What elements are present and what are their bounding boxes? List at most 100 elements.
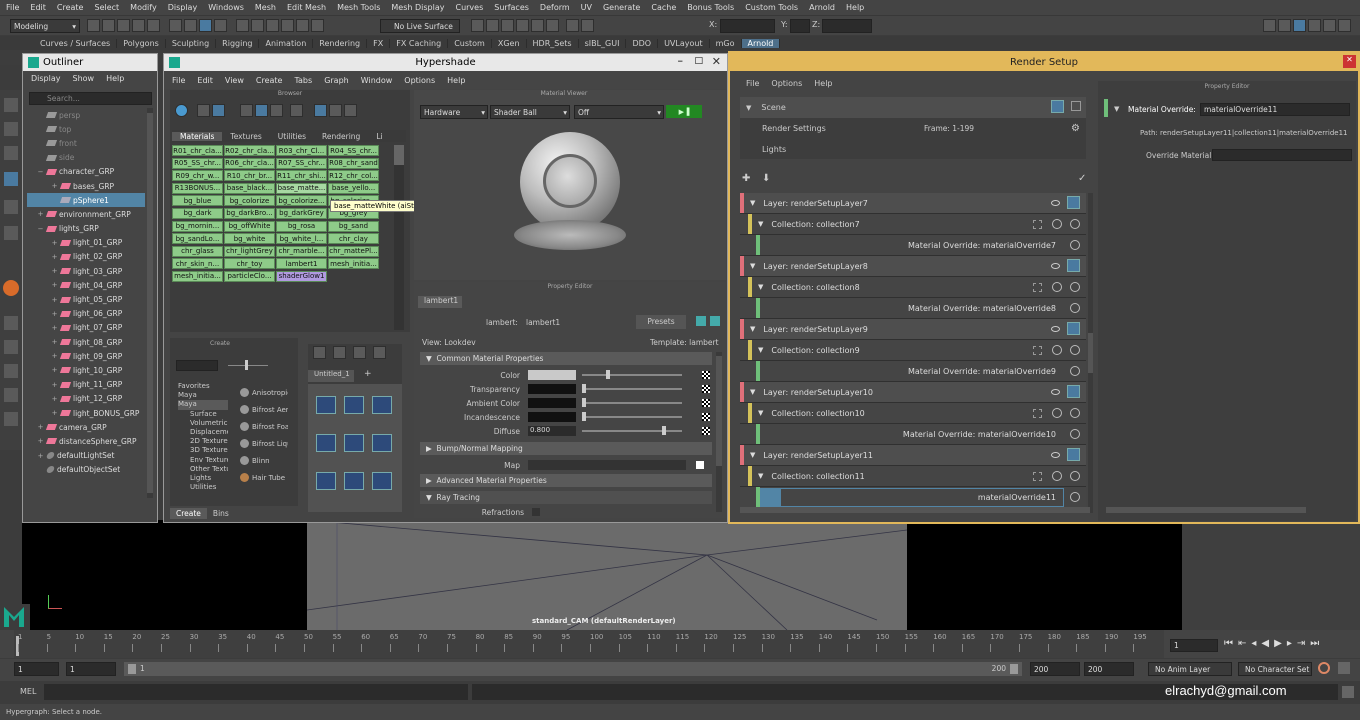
shelf-tab[interactable]: XGen bbox=[492, 38, 527, 48]
isolate-icon[interactable] bbox=[1052, 345, 1062, 355]
disable-icon[interactable] bbox=[1070, 282, 1080, 292]
outliner-item[interactable]: + camera_GRP bbox=[27, 420, 145, 434]
outliner-menu-item[interactable]: Display bbox=[31, 74, 61, 83]
menu-generate[interactable]: Generate bbox=[603, 3, 640, 12]
shelf-tab[interactable]: UVLayout bbox=[658, 38, 710, 48]
render-settings-row[interactable]: Render Settings Frame: 1-199 ⚙ bbox=[740, 118, 1086, 139]
graph-node[interactable] bbox=[344, 396, 364, 414]
shelf-tab[interactable]: Animation bbox=[259, 38, 314, 48]
override-row[interactable]: materialOverride11 bbox=[740, 487, 1086, 508]
override-row[interactable]: Material Override: materialOverride10 bbox=[740, 424, 1086, 445]
sort-type-icon[interactable] bbox=[255, 104, 268, 117]
disable-icon[interactable] bbox=[1070, 366, 1080, 376]
lambert-tab[interactable]: lambert1 bbox=[418, 296, 462, 308]
material-swatch[interactable]: bg_blue bbox=[172, 195, 223, 207]
ipr-icon[interactable] bbox=[501, 19, 514, 32]
create-icon[interactable] bbox=[175, 104, 188, 117]
hypershade-menu-item[interactable]: Window bbox=[361, 76, 393, 85]
outliner-item[interactable]: + bases_GRP bbox=[27, 179, 145, 193]
isolate-icon[interactable] bbox=[1052, 282, 1062, 292]
menu-cache[interactable]: Cache bbox=[651, 3, 676, 12]
channel-box-icon[interactable] bbox=[1308, 19, 1321, 32]
go-to-end-icon[interactable]: ⏭ bbox=[1310, 638, 1319, 649]
preferences-icon[interactable] bbox=[1338, 662, 1350, 674]
common-section-header[interactable]: ▼ Common Material Properties bbox=[420, 352, 712, 365]
menu-mesh-tools[interactable]: Mesh Tools bbox=[337, 3, 380, 12]
z-field[interactable] bbox=[822, 19, 872, 33]
select-icon[interactable] bbox=[1033, 409, 1042, 418]
render-view-icon[interactable] bbox=[471, 19, 484, 32]
attribute-slider[interactable] bbox=[582, 412, 682, 421]
play-back-icon[interactable]: ◀ bbox=[1261, 638, 1269, 649]
create-list-item[interactable]: Hair Tube bbox=[240, 469, 288, 486]
swatch-icon[interactable] bbox=[314, 104, 327, 117]
disable-icon[interactable] bbox=[1070, 345, 1080, 355]
outliner-item[interactable]: + light_09_GRP bbox=[27, 349, 145, 363]
material-swatch[interactable]: chr_mattePl... bbox=[328, 245, 379, 257]
close-icon[interactable]: ✕ bbox=[1343, 55, 1356, 68]
sort-time-icon[interactable] bbox=[270, 104, 283, 117]
mode-selector[interactable]: Modeling ▾ bbox=[10, 19, 80, 33]
outliner-item[interactable]: + light_01_GRP bbox=[27, 236, 145, 250]
shape-dropdown[interactable]: Shader Ball ▾ bbox=[490, 105, 570, 119]
render-setup-menu-item[interactable]: Help bbox=[814, 79, 832, 88]
modeling-toolkit-icon[interactable] bbox=[1263, 19, 1276, 32]
snap-surface-icon[interactable] bbox=[296, 19, 309, 32]
material-swatch[interactable]: bg_colorize... bbox=[276, 195, 327, 207]
refractions-checkbox[interactable] bbox=[532, 508, 540, 516]
outliner-item[interactable]: + light_12_GRP bbox=[27, 392, 145, 406]
create-list-item[interactable]: Anisotropic bbox=[240, 384, 288, 401]
select-tool-icon[interactable] bbox=[4, 98, 18, 112]
menu-mesh-display[interactable]: Mesh Display bbox=[391, 3, 444, 12]
browser-tab[interactable]: Utilities bbox=[270, 132, 314, 141]
material-swatch[interactable]: R13BONUS... bbox=[172, 182, 223, 194]
collection-row[interactable]: ▼ Collection: collection10 bbox=[740, 403, 1086, 424]
outliner-item[interactable]: persp bbox=[27, 108, 145, 122]
arnold-icon[interactable] bbox=[566, 19, 579, 32]
graph-node[interactable] bbox=[344, 434, 364, 452]
icons-view-icon[interactable] bbox=[197, 104, 210, 117]
select-icon[interactable] bbox=[1033, 283, 1042, 292]
layout-outliner-icon[interactable] bbox=[4, 388, 18, 402]
material-swatch[interactable]: chr_glass bbox=[172, 245, 223, 257]
material-swatch[interactable]: lambert1 bbox=[276, 258, 327, 270]
advanced-section-header[interactable]: ▶ Advanced Material Properties bbox=[420, 474, 712, 487]
isolate-icon[interactable] bbox=[1052, 471, 1062, 481]
disable-icon[interactable] bbox=[1070, 408, 1080, 418]
collapse-icon[interactable]: ▼ bbox=[750, 388, 755, 396]
material-swatch[interactable]: bg_darkGrey bbox=[276, 207, 327, 219]
shelf-tab[interactable]: Polygons bbox=[117, 38, 166, 48]
render-layer-row[interactable]: ▼ Layer: renderSetupLayer11 bbox=[740, 445, 1086, 466]
paint-tool-icon[interactable] bbox=[4, 146, 18, 160]
hypershade-menu-item[interactable]: View bbox=[225, 76, 244, 85]
map-checker-icon[interactable] bbox=[696, 461, 704, 469]
range-end-handle[interactable] bbox=[1010, 664, 1018, 674]
anim-layer-dropdown[interactable]: No Anim Layer bbox=[1148, 662, 1232, 676]
tool-settings-icon[interactable] bbox=[1293, 19, 1306, 32]
outliner-item[interactable]: − character_GRP bbox=[27, 165, 145, 179]
shelf-tab[interactable]: FX bbox=[367, 38, 391, 48]
swatch-size-slider[interactable] bbox=[228, 360, 268, 370]
filter-icon[interactable] bbox=[329, 104, 342, 117]
map-checker-icon[interactable] bbox=[702, 413, 710, 421]
render-layer-row[interactable]: ▼ Layer: renderSetupLayer7 bbox=[740, 193, 1086, 214]
graph-node[interactable] bbox=[316, 396, 336, 414]
select-icon[interactable] bbox=[1033, 220, 1042, 229]
material-swatch[interactable]: chr_skin_n... bbox=[172, 258, 223, 270]
expand-icon[interactable]: + bbox=[51, 324, 58, 332]
soft-select-icon[interactable] bbox=[3, 280, 19, 296]
override-row[interactable]: Material Override: materialOverride9 bbox=[740, 361, 1086, 382]
collapse-icon[interactable]: ▼ bbox=[750, 451, 755, 459]
create-tree-item[interactable]: Maya bbox=[178, 391, 228, 400]
disable-icon[interactable] bbox=[1070, 492, 1080, 502]
material-swatch[interactable]: R11_chr_shi... bbox=[276, 170, 327, 182]
disable-icon[interactable] bbox=[1070, 219, 1080, 229]
material-swatch[interactable]: bg_sandLo... bbox=[172, 233, 223, 245]
expand-icon[interactable]: + bbox=[37, 437, 44, 445]
menu-uv[interactable]: UV bbox=[581, 3, 592, 12]
attribute-slider[interactable] bbox=[582, 370, 682, 379]
material-swatch[interactable]: bg_sand bbox=[328, 220, 379, 232]
step-forward-icon[interactable]: ▸ bbox=[1287, 638, 1292, 649]
prop-scroll-thumb[interactable] bbox=[716, 356, 722, 466]
raytracing-section-header[interactable]: ▼ Ray Tracing bbox=[420, 491, 712, 504]
